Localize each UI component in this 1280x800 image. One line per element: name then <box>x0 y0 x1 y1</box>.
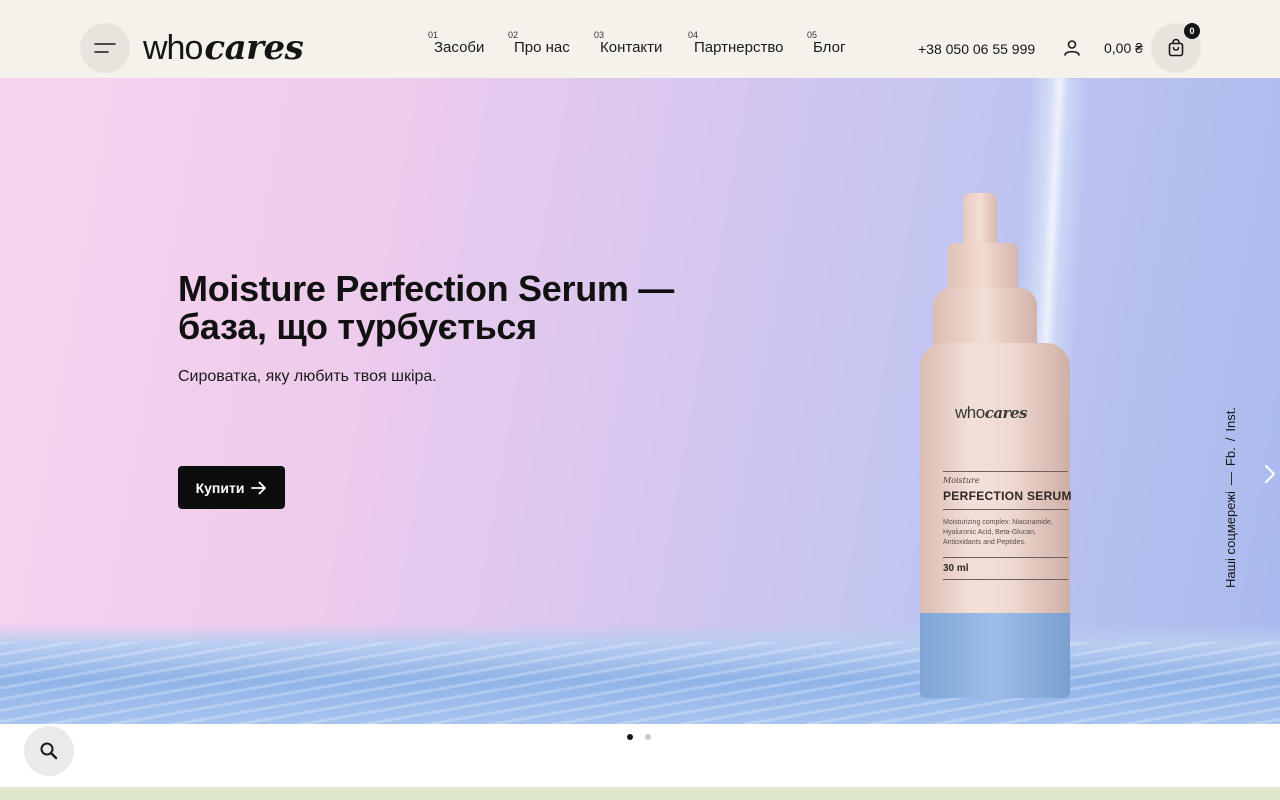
bottle-line-name: Moisture <box>943 476 980 485</box>
instagram-link[interactable]: Inst. <box>1223 407 1238 432</box>
social-links: Наші соцмережі — Fb. / Inst. <box>1223 373 1243 588</box>
menu-icon <box>94 43 116 53</box>
slider-pagination <box>627 734 651 740</box>
next-section-strip <box>0 787 1280 800</box>
hero-slider: Moisture Perfection Serum — база, що тур… <box>0 78 1280 724</box>
social-label: Наші соцмережі <box>1223 491 1238 588</box>
bottle-collar <box>948 243 1018 293</box>
nav-label: Партнерство <box>694 39 784 56</box>
search-icon <box>40 742 58 760</box>
user-icon <box>1064 40 1080 56</box>
slider-next-button[interactable] <box>1263 462 1277 486</box>
water-surface <box>0 624 1280 724</box>
arrow-right-icon <box>251 481 267 494</box>
slider-dot-active[interactable] <box>627 734 633 740</box>
nav-label: Про нас <box>514 39 570 56</box>
buy-button-label: Купити <box>195 479 245 496</box>
bottle-base <box>920 613 1070 698</box>
shopping-bag-icon <box>1168 38 1184 57</box>
buy-button[interactable]: Купити <box>178 466 285 509</box>
cart-total: 0,00 ₴ <box>1104 40 1143 56</box>
brand-logo[interactable]: who cares <box>143 28 304 68</box>
chevron-right-icon <box>1265 465 1275 483</box>
bottle-divider <box>943 557 1068 558</box>
account-button[interactable] <box>1062 38 1082 58</box>
bottle-divider <box>943 509 1068 510</box>
nav-label: Контакти <box>600 39 663 56</box>
hero-subtitle: Сироватка, яку любить твоя шкіра. <box>178 368 437 385</box>
product-bottle-image: whocares Moisture PERFECTION SERUM Moist… <box>905 193 1075 698</box>
bottle-divider <box>943 471 1068 472</box>
social-separator: / <box>1223 437 1238 442</box>
bottle-divider <box>943 579 1068 580</box>
site-header: who cares 01 Засоби 02 Про нас 03 Контакт… <box>0 0 1280 78</box>
social-dash: — <box>1223 472 1238 486</box>
slider-dot[interactable] <box>645 734 651 740</box>
bottle-description: Moisturizing complex: Niacinamide, Hyalu… <box>943 519 1053 546</box>
search-button[interactable] <box>24 726 74 776</box>
bottle-product-name: PERFECTION SERUM <box>943 489 1072 503</box>
logo-who: who <box>143 29 203 67</box>
logo-cares: cares <box>204 28 304 68</box>
facebook-link[interactable]: Fb. <box>1223 447 1238 466</box>
menu-button[interactable] <box>80 23 130 73</box>
cart-count-badge: 0 <box>1184 23 1200 39</box>
phone-link[interactable]: +38 050 06 55 999 <box>918 41 1035 57</box>
nav-label: Засоби <box>434 39 485 56</box>
nav-label: Блог <box>813 39 846 56</box>
bottle-brand: whocares <box>955 403 1027 422</box>
hero-title: Moisture Perfection Serum — база, що тур… <box>178 268 675 347</box>
bottle-volume: 30 ml <box>943 563 969 574</box>
